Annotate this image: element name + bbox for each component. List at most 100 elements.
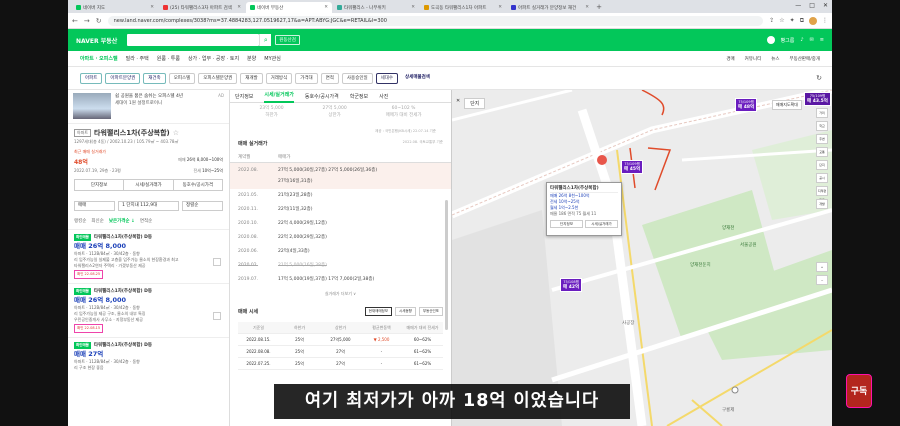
star-icon[interactable]: ☆ [779, 17, 784, 25]
filter-chip[interactable]: 오피스텔 [168, 72, 196, 84]
market-tab[interactable]: 시세동향 [395, 307, 416, 316]
favorite-icon[interactable]: ☆ [173, 129, 179, 137]
zoom-out-icon[interactable]: − [816, 275, 828, 285]
nav-item-my[interactable]: MY관심 [264, 55, 281, 62]
user-avatar[interactable] [766, 36, 775, 44]
market-tab[interactable]: 부동산인포 [418, 307, 443, 316]
map-pin[interactable]: 75/109평 매 43.5억 [804, 92, 831, 106]
filter-chip[interactable]: 재건축 [143, 72, 166, 84]
complex-info-button[interactable]: 단지정보 [75, 180, 125, 190]
nav-item-apartment[interactable]: 아파트 · 오피스텔 [80, 55, 118, 62]
filter-dropdown[interactable]: 거래방식 [265, 72, 293, 84]
minimize-button[interactable]: — [795, 2, 801, 9]
nav-community[interactable]: 커뮤니티 [745, 56, 762, 62]
menu-icon[interactable]: ≡ [820, 37, 824, 43]
filter-chip[interactable]: 재개발 [240, 72, 263, 84]
search-icon[interactable]: ⌕ [259, 34, 272, 46]
brand-logo[interactable]: NAVER 부동산 [76, 36, 117, 45]
close-icon[interactable]: ✕ [150, 5, 154, 10]
extension-icon[interactable]: ✦ [790, 17, 795, 25]
unit-button[interactable]: 동호수/공시가격 [174, 180, 222, 190]
detail-search-button[interactable]: 상세매물검색 [401, 73, 434, 84]
tab-school[interactable]: 학군정보 [350, 93, 368, 100]
area-select[interactable]: 1 단지내 112,9대 [118, 201, 179, 211]
map-tool-cadastral[interactable]: 지적편집도 [816, 186, 828, 202]
sort-tab[interactable]: 면적순 [140, 218, 152, 224]
url-field[interactable]: new.land.naver.com/complexes/3038?ms=37.… [107, 15, 764, 26]
order-select[interactable]: 정렬순 [181, 201, 224, 211]
complex-popup[interactable]: 타워팰리스1차(주상복합) 매매 26억 8천~100억 전세 10억~25억 … [546, 182, 622, 236]
list-item[interactable]: 확인매물 타워팰리스1차(주상복합) D동 매매 27억 아파트 · 112B/8… [68, 337, 229, 375]
popup-price-button[interactable]: 시세/실거래가 [585, 220, 618, 228]
browser-tab[interactable]: (25) 타워팰리스3차 아파트 검색 ✕ [159, 2, 245, 13]
close-icon[interactable]: ✕ [411, 5, 415, 10]
filter-chip[interactable]: 아파트 [80, 72, 103, 84]
trade-type-select[interactable]: 매매 [74, 201, 116, 211]
kebab-menu-icon[interactable]: ⋮ [822, 17, 828, 25]
nav-item-presale[interactable]: 분양 [247, 55, 256, 62]
map-tool-transit[interactable]: 교통 [816, 147, 828, 157]
browser-tab[interactable]: 아파트 실거래가 분양정보 재건 ✕ [507, 2, 593, 13]
market-tab[interactable]: 현재매매정보 [364, 307, 392, 316]
filter-dropdown[interactable]: 사용승인일 [341, 72, 373, 84]
nav-agent[interactable]: 부동산판매/중개 [790, 56, 821, 62]
sort-tab[interactable]: 최신순 [91, 218, 103, 224]
nav-item-villa[interactable]: 빌라 · 주택 [126, 55, 149, 62]
close-icon[interactable]: ✕ [498, 5, 502, 10]
new-tab-button[interactable]: + [594, 2, 604, 13]
tab-unit[interactable]: 동호수/공시가격 [305, 93, 339, 100]
tab-price[interactable]: 시세/실거래가 [264, 90, 294, 103]
map-tool-nearby[interactable]: 주변 [816, 134, 828, 144]
price-button[interactable]: 시세/실거래가 [124, 180, 174, 190]
map-tool-complex[interactable]: 단지 [816, 160, 828, 170]
ad-banner[interactable]: 쉼 공원을 품은 숨쉬는 오피스텔 4년 세대이 1원 설정트로이니 AD [68, 90, 229, 124]
map-pin[interactable]: 75/109평 매 45억 [621, 160, 644, 174]
filter-chip[interactable]: 아파트분양권 [105, 72, 141, 84]
map-expand-button[interactable]: 매매지도확대 [771, 100, 802, 110]
nav-item-oneroom[interactable]: 원룸 · 투룸 [157, 55, 180, 62]
plus-icon[interactable] [213, 312, 221, 320]
user-name[interactable]: 빵그름 [781, 37, 795, 44]
tab-photo[interactable]: 사진 [379, 93, 388, 100]
search-input[interactable] [127, 34, 260, 46]
plus-icon[interactable] [213, 258, 221, 266]
nav-item-commercial[interactable]: 상가 · 업무 · 공장 · 토지 [188, 55, 239, 62]
puzzle-icon[interactable]: ⧉ [800, 17, 804, 25]
map-tool-distance[interactable]: 거리 [816, 108, 828, 118]
browser-tab[interactable]: 타워팰리스 - 나무위키 ✕ [333, 2, 419, 13]
sort-tab[interactable]: 랭킹순 [74, 218, 86, 224]
share-icon[interactable]: ⇪ [769, 17, 774, 25]
filter-dropdown[interactable]: 가격대 [295, 72, 318, 84]
nav-auction[interactable]: 경매 [726, 56, 734, 62]
close-icon[interactable]: ✕ [456, 98, 460, 109]
bell-icon[interactable]: ♪ [800, 37, 803, 43]
zoom-in-icon[interactable]: + [816, 262, 828, 272]
map-view[interactable]: ✕ 단지 매매지도확대 ≡ 거리 학교 주변 교통 단지 공시 지적편집도 개발… [452, 90, 832, 426]
close-icon[interactable]: ✕ [585, 5, 589, 10]
map-tool-official[interactable]: 공시 [816, 173, 828, 183]
sort-tab-active[interactable]: 낮은가격순 ↓ [109, 218, 135, 224]
map-tool-development[interactable]: 개발 [816, 199, 828, 209]
close-window-button[interactable]: ✕ [823, 2, 828, 9]
filter-dropdown[interactable]: 면적 [320, 72, 339, 84]
popup-info-button[interactable]: 단지정보 [550, 220, 583, 228]
filter-dropdown[interactable]: 세대수 [375, 72, 399, 84]
map-mode-button[interactable]: 단지 [464, 98, 486, 109]
scrollbar[interactable] [445, 200, 448, 330]
back-icon[interactable]: ← [72, 17, 78, 25]
forward-icon[interactable]: → [84, 17, 90, 25]
close-icon[interactable]: ✕ [324, 5, 328, 10]
filter-chip[interactable]: 오피스텔분양권 [198, 72, 238, 84]
subscribe-button[interactable]: 구독 [846, 374, 872, 408]
browser-tab[interactable]: 도곡동 타워팰리스1차 아파트 ✕ [420, 2, 506, 13]
more-link[interactable]: 실거래가 더보기 ∨ [230, 287, 451, 301]
browser-tab-active[interactable]: 네이버 부동산 ✕ [246, 2, 332, 13]
map-pin[interactable]: 75/108평 매 42억 [560, 278, 583, 292]
complex-search-button[interactable]: 원동산검 [275, 35, 300, 45]
tab-complex-info[interactable]: 단지정보 [235, 93, 253, 100]
chat-icon[interactable]: ✉ [810, 37, 814, 43]
reload-icon[interactable]: ↻ [96, 17, 102, 25]
maximize-button[interactable]: □ [809, 2, 815, 9]
profile-avatar[interactable] [809, 16, 817, 25]
list-item[interactable]: 확인매물 타워팰리스1차(주상복합) D동 매매 26억 8,000 아파트 · … [68, 283, 229, 337]
